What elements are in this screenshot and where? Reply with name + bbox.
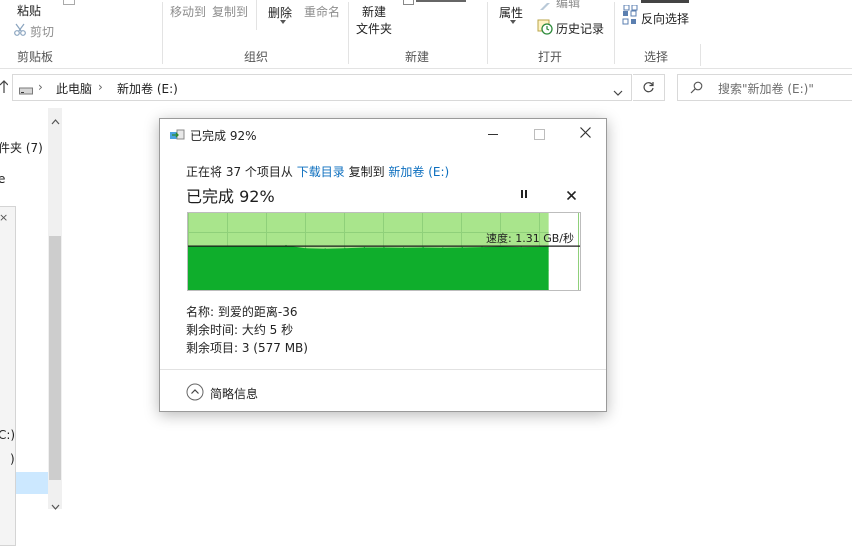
dialog-title: 已完成 92% — [190, 129, 257, 143]
nav-item-selected[interactable] — [16, 472, 48, 494]
scissors-icon — [13, 23, 27, 40]
checkbox-icon — [403, 0, 414, 5]
source-link[interactable]: 下载目录 — [297, 165, 345, 179]
speed-label: 速度: 1.31 GB/秒 — [486, 232, 574, 246]
speed-data-point — [442, 247, 444, 249]
new-folder-button[interactable]: 新建 — [362, 3, 386, 20]
ribbon: 粘贴 剪切 剪贴板 移动到 复制到 删除 重命名 组织 新建 文件夹 新建 属性… — [0, 0, 852, 69]
move-to-button[interactable]: 移动到 — [170, 3, 206, 20]
cancel-copy-button[interactable] — [566, 189, 577, 203]
group-organize: 组织 — [244, 50, 269, 64]
refresh-icon — [642, 81, 655, 97]
ribbon-separator — [162, 2, 163, 64]
speed-area-series — [188, 245, 549, 290]
close-button[interactable] — [562, 119, 608, 149]
paste-button[interactable]: 粘贴 — [17, 2, 41, 19]
select-all-label — [641, 0, 689, 3]
search-icon — [690, 81, 703, 97]
delete-button[interactable]: 删除 — [268, 4, 292, 21]
cut-button[interactable]: 剪切 — [30, 23, 54, 40]
ribbon-separator — [348, 2, 349, 64]
file-name-row: 名称: 到爱的距离-36 — [186, 305, 298, 319]
minimize-button[interactable] — [470, 119, 516, 149]
speed-data-point — [422, 246, 424, 249]
close-icon[interactable]: × — [0, 211, 8, 224]
nav-item[interactable]: ) — [10, 452, 15, 466]
up-arrow-icon[interactable] — [0, 80, 9, 97]
status-middle: 复制到 — [348, 165, 385, 179]
maximize-icon — [533, 128, 545, 140]
group-open: 打开 — [538, 50, 563, 64]
ribbon-separator — [487, 2, 488, 64]
pause-icon — [521, 190, 527, 198]
minimize-icon — [488, 133, 498, 135]
copy-path-icon — [63, 0, 75, 5]
speed-data-point — [383, 246, 385, 249]
properties-button[interactable]: 属性 — [499, 4, 523, 21]
group-new: 新建 — [405, 50, 430, 64]
breadcrumb-separator-icon: › — [98, 80, 103, 94]
breadcrumb-separator-icon: › — [38, 80, 43, 94]
fewer-details-button[interactable] — [186, 383, 204, 404]
maximize-button — [516, 119, 562, 149]
chevron-up-icon — [186, 383, 204, 401]
nav-scrollbar[interactable] — [48, 108, 62, 510]
invert-selection-button[interactable]: 反向选择 — [641, 10, 689, 27]
nav-item-folders[interactable]: 件夹 (7) — [0, 139, 43, 156]
fewer-details-label[interactable]: 简略信息 — [210, 385, 258, 402]
pause-button[interactable] — [519, 188, 529, 202]
address-bar[interactable]: › 此电脑 › 新加卷 (E:) — [12, 74, 632, 101]
speed-data-point — [363, 246, 365, 249]
speed-data-point — [461, 246, 463, 249]
group-clipboard: 剪贴板 — [17, 50, 54, 64]
speed-data-point — [344, 247, 346, 249]
copy-to-button[interactable]: 复制到 — [212, 3, 248, 20]
chevron-down-icon[interactable] — [51, 499, 60, 513]
new-folder-label: 文件夹 — [356, 22, 393, 36]
ribbon-separator — [700, 44, 701, 66]
speed-data-point — [324, 248, 326, 250]
history-icon — [537, 19, 553, 38]
ribbon-separator — [256, 0, 257, 30]
nav-item-drive-c[interactable]: C:) — [0, 428, 15, 442]
easy-access-label — [416, 0, 466, 2]
speed-chart-svg — [188, 213, 580, 290]
history-button[interactable]: 历史记录 — [556, 20, 604, 37]
chevron-down-icon — [280, 20, 286, 24]
search-input[interactable]: 搜索"新加卷 (E:)" — [677, 74, 852, 101]
copy-progress-dialog: 已完成 92% 正在将 37 个项目从 下载目录 复制到 新加卷 (E:) 已完… — [159, 118, 607, 412]
percent-complete: 已完成 92% — [186, 187, 275, 206]
edit-button[interactable]: 编辑 — [556, 0, 580, 11]
dialog-divider — [160, 369, 606, 370]
nav-item[interactable]: e — [0, 172, 5, 186]
group-select: 选择 — [644, 50, 669, 64]
ribbon-separator — [614, 2, 615, 64]
nav-scrollbar-thumb[interactable] — [49, 236, 61, 480]
chevron-down-icon[interactable] — [613, 85, 623, 99]
navigation-pane: 件夹 (7) e × C:) ) — [0, 108, 62, 546]
speed-chart: 速度: 1.31 GB/秒 — [187, 212, 581, 291]
drive-icon — [19, 84, 33, 98]
copy-icon — [169, 128, 185, 145]
destination-link[interactable]: 新加卷 (E:) — [388, 165, 449, 179]
search-placeholder: 搜索"新加卷 (E:)" — [718, 82, 814, 96]
breadcrumb-drive-e[interactable]: 新加卷 (E:) — [117, 80, 178, 97]
rename-button[interactable]: 重命名 — [304, 3, 340, 20]
items-remaining-row: 剩余项目: 3 (577 MB) — [186, 341, 308, 355]
status-prefix: 正在将 37 个项目从 — [186, 165, 293, 179]
breadcrumb-this-pc[interactable]: 此电脑 — [56, 80, 92, 97]
chevron-down-icon — [510, 20, 516, 24]
address-row: › 此电脑 › 新加卷 (E:) 搜索"新加卷 (E:)" — [0, 70, 852, 106]
copy-status-line: 正在将 37 个项目从 下载目录 复制到 新加卷 (E:) — [186, 163, 449, 180]
edit-icon — [539, 0, 553, 14]
speed-data-point — [305, 247, 307, 249]
speed-data-point — [403, 247, 405, 249]
chevron-up-icon[interactable] — [51, 114, 60, 128]
refresh-button[interactable] — [633, 74, 665, 101]
close-icon — [566, 190, 577, 201]
close-icon — [579, 127, 591, 141]
invert-selection-icon — [622, 10, 638, 29]
time-remaining-row: 剩余时间: 大约 5 秒 — [186, 323, 294, 337]
nav-hover-popup: × — [0, 206, 16, 546]
